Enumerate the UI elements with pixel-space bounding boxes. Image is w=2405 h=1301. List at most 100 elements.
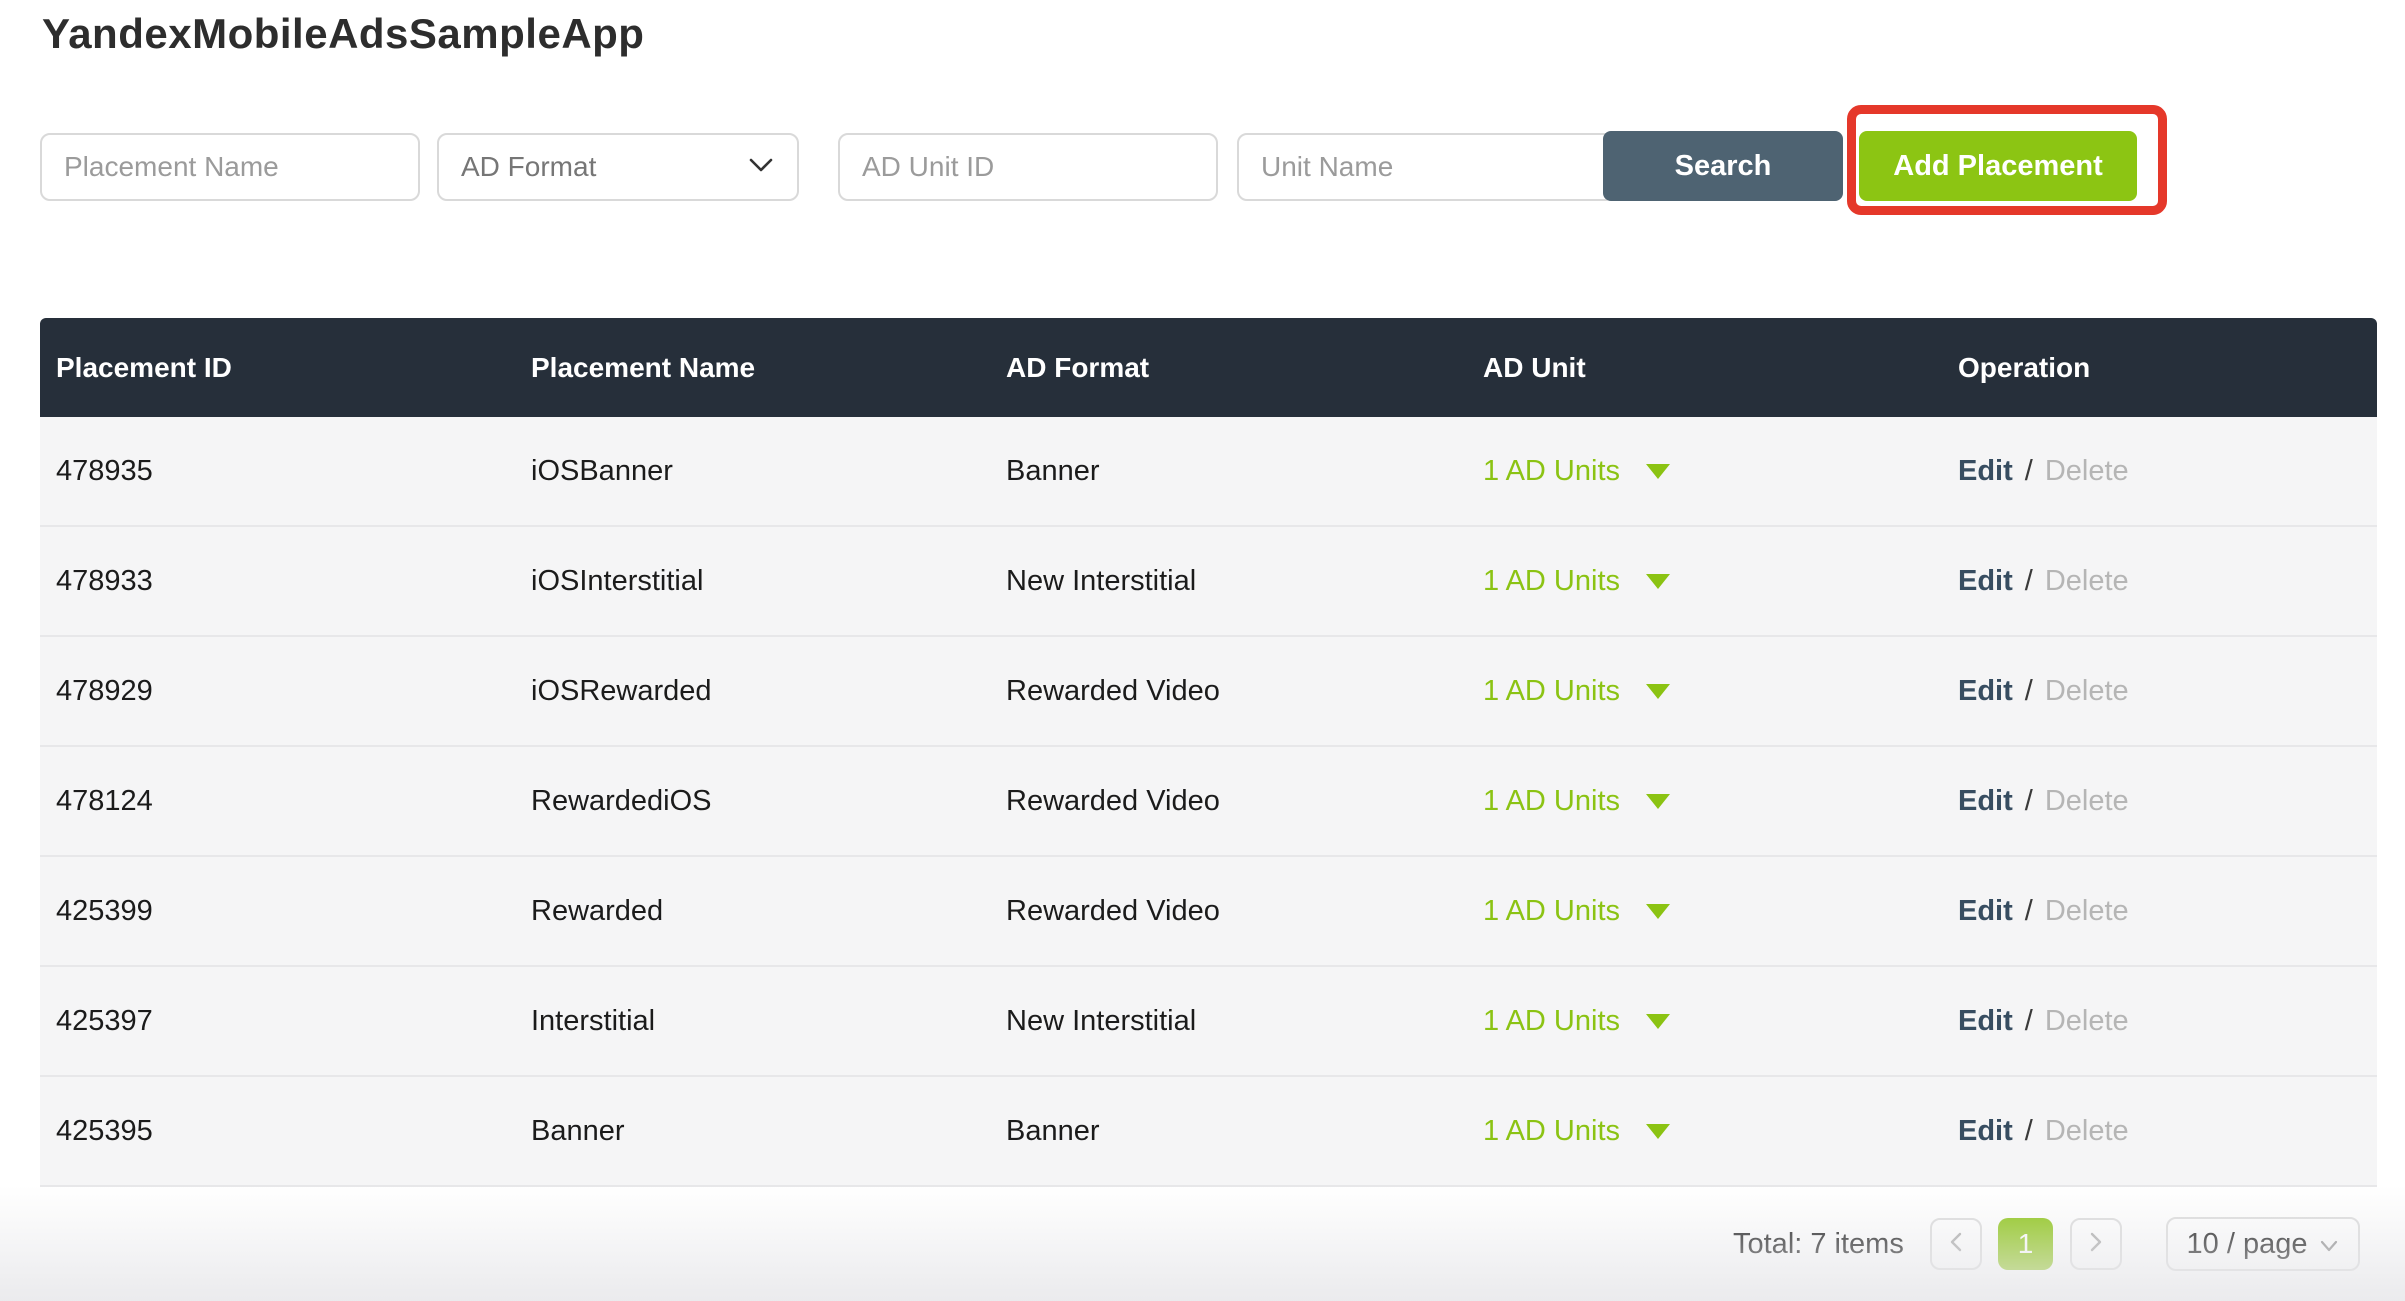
chevron-right-icon bbox=[2087, 1231, 2105, 1258]
operation-separator: / bbox=[2025, 565, 2033, 597]
unit-name-input[interactable] bbox=[1237, 133, 1615, 201]
placement-name-input[interactable] bbox=[40, 133, 420, 201]
operation-separator: / bbox=[2025, 1005, 2033, 1037]
delete-link[interactable]: Delete bbox=[2045, 1005, 2129, 1037]
cell-ad-unit: 1 AD Units bbox=[1467, 1115, 1942, 1148]
cell-placement-name: Interstitial bbox=[515, 1005, 990, 1038]
ad-format-select-value: AD Format bbox=[461, 151, 747, 183]
cell-ad-format: Rewarded Video bbox=[990, 675, 1467, 708]
header-ad-format: AD Format bbox=[990, 352, 1467, 384]
caret-down-icon[interactable] bbox=[1646, 574, 1670, 589]
cell-operation: Edit / Delete bbox=[1942, 455, 2377, 488]
cell-operation: Edit / Delete bbox=[1942, 895, 2377, 928]
table-row: 478929iOSRewardedRewarded Video 1 AD Unit… bbox=[40, 637, 2377, 747]
operation-separator: / bbox=[2025, 675, 2033, 707]
cell-operation: Edit / Delete bbox=[1942, 565, 2377, 598]
cell-ad-unit: 1 AD Units bbox=[1467, 1005, 1942, 1038]
edit-link[interactable]: Edit bbox=[1958, 785, 2013, 817]
cell-ad-format: Banner bbox=[990, 455, 1467, 488]
caret-down-icon[interactable] bbox=[1646, 684, 1670, 699]
page-size-select[interactable]: 10 / page bbox=[2166, 1217, 2360, 1271]
cell-ad-unit: 1 AD Units bbox=[1467, 455, 1942, 488]
delete-link[interactable]: Delete bbox=[2045, 1115, 2129, 1147]
table-row: 425399RewardedRewarded Video 1 AD Units Ed… bbox=[40, 857, 2377, 967]
edit-link[interactable]: Edit bbox=[1958, 1115, 2013, 1147]
cell-placement-id: 478933 bbox=[40, 565, 515, 598]
table-row: 478933iOSInterstitialNew Interstitial 1 A… bbox=[40, 527, 2377, 637]
cell-placement-name: iOSInterstitial bbox=[515, 565, 990, 598]
cell-placement-name: iOSRewarded bbox=[515, 675, 990, 708]
pagination-next-button[interactable] bbox=[2070, 1218, 2122, 1270]
ad-units-link[interactable]: 1 AD Units bbox=[1483, 675, 1620, 707]
delete-link[interactable]: Delete bbox=[2045, 895, 2129, 927]
caret-down-icon[interactable] bbox=[1646, 1124, 1670, 1139]
ad-units-link[interactable]: 1 AD Units bbox=[1483, 1115, 1620, 1147]
table-row: 425395BannerBanner1 AD UnitsEdit/Delete bbox=[40, 1077, 2377, 1187]
header-placement-id: Placement ID bbox=[40, 352, 515, 384]
operation-separator: / bbox=[2025, 895, 2033, 927]
cell-ad-unit: 1 AD Units bbox=[1467, 785, 1942, 818]
cell-placement-id: 478929 bbox=[40, 675, 515, 708]
pagination-page-1[interactable]: 1 bbox=[1998, 1218, 2053, 1270]
cell-placement-name: iOSBanner bbox=[515, 455, 990, 488]
cell-ad-unit: 1 AD Units bbox=[1467, 895, 1942, 928]
cell-ad-format: New Interstitial bbox=[990, 565, 1467, 598]
cell-operation: Edit / Delete bbox=[1942, 1005, 2377, 1038]
search-button[interactable]: Search bbox=[1603, 131, 1843, 201]
add-placement-button[interactable]: Add Placement bbox=[1859, 131, 2137, 201]
chevron-down-icon bbox=[2319, 1228, 2339, 1261]
delete-link[interactable]: Delete bbox=[2045, 565, 2129, 597]
cell-placement-name: RewardediOS bbox=[515, 785, 990, 818]
table-row: 478124RewardediOSRewarded Video 1 AD Unit… bbox=[40, 747, 2377, 857]
operation-separator: / bbox=[2025, 455, 2033, 487]
caret-down-icon[interactable] bbox=[1646, 464, 1670, 479]
header-ad-unit: AD Unit bbox=[1467, 352, 1942, 384]
delete-link[interactable]: Delete bbox=[2045, 455, 2129, 487]
table-row: 478935iOSBannerBanner 1 AD Units Edit / Dele… bbox=[40, 417, 2377, 527]
cell-placement-id: 425397 bbox=[40, 1005, 515, 1038]
ad-unit-id-input[interactable] bbox=[838, 133, 1218, 201]
edit-link[interactable]: Edit bbox=[1958, 455, 2013, 487]
cell-placement-id: 425399 bbox=[40, 895, 515, 928]
header-operation: Operation bbox=[1942, 352, 2377, 384]
placements-table: Placement ID Placement Name AD Format AD… bbox=[40, 318, 2377, 1187]
cell-placement-name: Banner bbox=[515, 1115, 990, 1148]
delete-link[interactable]: Delete bbox=[2045, 675, 2129, 707]
cell-placement-name: Rewarded bbox=[515, 895, 990, 928]
pagination-total: Total: 7 items bbox=[1733, 1218, 1904, 1270]
cell-ad-unit: 1 AD Units bbox=[1467, 675, 1942, 708]
delete-link[interactable]: Delete bbox=[2045, 785, 2129, 817]
caret-down-icon[interactable] bbox=[1646, 794, 1670, 809]
cell-placement-id: 478935 bbox=[40, 455, 515, 488]
ad-units-link[interactable]: 1 AD Units bbox=[1483, 455, 1620, 487]
table-body: 478935iOSBannerBanner1 AD UnitsEdit/Dele… bbox=[40, 417, 2377, 1187]
operation-separator: / bbox=[2025, 1115, 2033, 1147]
cell-ad-format: Banner bbox=[990, 1115, 1467, 1148]
cell-placement-id: 478124 bbox=[40, 785, 515, 818]
chevron-left-icon bbox=[1947, 1231, 1965, 1258]
cell-operation: Edit / Delete bbox=[1942, 785, 2377, 818]
edit-link[interactable]: Edit bbox=[1958, 675, 2013, 707]
cell-ad-format: New Interstitial bbox=[990, 1005, 1467, 1038]
cell-operation: Edit / Delete bbox=[1942, 1115, 2377, 1148]
ad-units-link[interactable]: 1 AD Units bbox=[1483, 1005, 1620, 1037]
caret-down-icon[interactable] bbox=[1646, 904, 1670, 919]
cell-ad-format: Rewarded Video bbox=[990, 895, 1467, 928]
pagination-prev-button[interactable] bbox=[1930, 1218, 1982, 1270]
ad-units-link[interactable]: 1 AD Units bbox=[1483, 785, 1620, 817]
edit-link[interactable]: Edit bbox=[1958, 565, 2013, 597]
cell-placement-id: 425395 bbox=[40, 1115, 515, 1148]
cell-ad-unit: 1 AD Units bbox=[1467, 565, 1942, 598]
ad-format-select[interactable]: AD Format bbox=[437, 133, 799, 201]
edit-link[interactable]: Edit bbox=[1958, 1005, 2013, 1037]
ad-units-link[interactable]: 1 AD Units bbox=[1483, 565, 1620, 597]
header-placement-name: Placement Name bbox=[515, 352, 990, 384]
cell-ad-format: Rewarded Video bbox=[990, 785, 1467, 818]
chevron-down-icon bbox=[747, 156, 775, 179]
ad-units-link[interactable]: 1 AD Units bbox=[1483, 895, 1620, 927]
operation-separator: / bbox=[2025, 785, 2033, 817]
edit-link[interactable]: Edit bbox=[1958, 895, 2013, 927]
table-header-row: Placement ID Placement Name AD Format AD… bbox=[40, 318, 2377, 417]
table-row: 425397InterstitialNew Interstitial 1 AD U… bbox=[40, 967, 2377, 1077]
caret-down-icon[interactable] bbox=[1646, 1014, 1670, 1029]
